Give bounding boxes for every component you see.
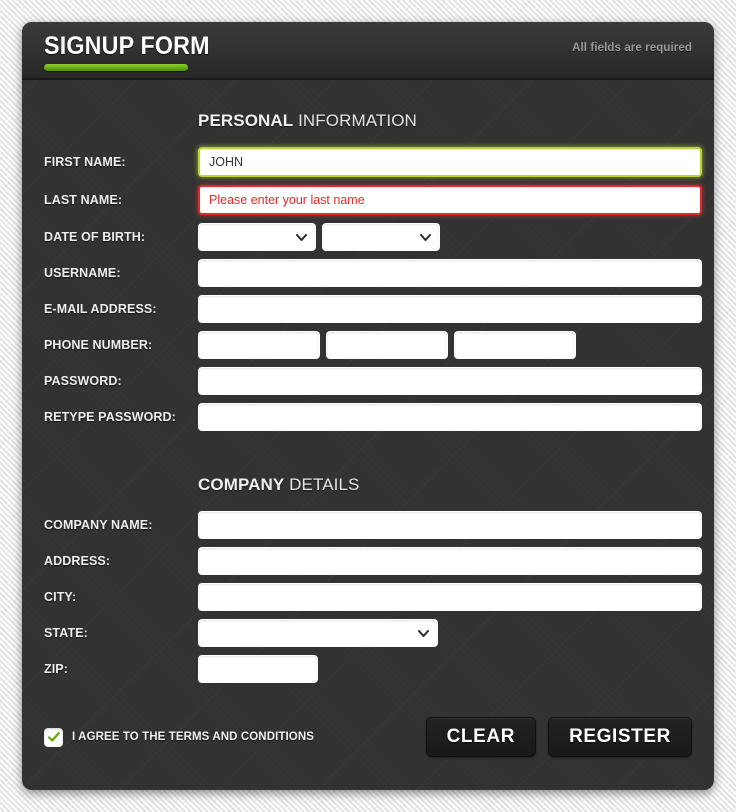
state-select-wrap bbox=[198, 619, 438, 647]
row-zip: ZIP: bbox=[44, 655, 692, 683]
title-underline-accent bbox=[44, 64, 188, 71]
control-company-name bbox=[198, 511, 702, 539]
control-zip bbox=[198, 655, 318, 683]
control-phone bbox=[198, 331, 576, 359]
clear-button[interactable]: CLEAR bbox=[425, 717, 537, 757]
section-heading-company-light: DETAILS bbox=[289, 475, 360, 494]
row-first-name: FIRST NAME: bbox=[44, 147, 702, 177]
email-input[interactable] bbox=[198, 295, 702, 323]
label-date-of-birth: DATE OF BIRTH: bbox=[44, 230, 146, 244]
label-zip: ZIP: bbox=[44, 662, 69, 676]
row-company-name: COMPANY NAME: bbox=[44, 511, 702, 539]
section-heading-company-strong: COMPANY bbox=[198, 475, 285, 494]
page-title: SIGNUP FORM bbox=[44, 32, 210, 60]
terms-checkbox[interactable] bbox=[44, 727, 63, 747]
control-retype-password bbox=[198, 403, 702, 431]
control-date-of-birth bbox=[198, 223, 440, 251]
dob-month-select-wrap bbox=[322, 223, 440, 251]
first-name-input[interactable] bbox=[198, 147, 702, 177]
form-header: SIGNUP FORM All fields are required bbox=[22, 22, 714, 80]
section-heading-personal-strong: PERSONAL bbox=[198, 111, 294, 130]
row-address: ADDRESS: bbox=[44, 547, 702, 575]
last-name-input[interactable] bbox=[198, 185, 702, 215]
label-username: USERNAME: bbox=[44, 266, 121, 280]
control-address bbox=[198, 547, 702, 575]
row-email: E-MAIL ADDRESS: bbox=[44, 295, 702, 323]
signup-form-panel: SIGNUP FORM All fields are required PERS… bbox=[22, 22, 714, 790]
control-state bbox=[198, 619, 438, 647]
username-input[interactable] bbox=[198, 259, 702, 287]
terms-agreement[interactable]: I AGREE TO THE TERMS AND CONDITIONS bbox=[44, 727, 315, 747]
title-block: SIGNUP FORM bbox=[44, 22, 222, 71]
address-input[interactable] bbox=[198, 547, 702, 575]
phone-part2-input[interactable] bbox=[326, 331, 448, 359]
state-select[interactable] bbox=[198, 619, 438, 647]
register-button[interactable]: REGISTER bbox=[548, 717, 692, 757]
terms-label: I AGREE TO THE TERMS AND CONDITIONS bbox=[72, 731, 315, 743]
label-first-name: FIRST NAME: bbox=[44, 155, 126, 169]
row-state: STATE: bbox=[44, 619, 692, 647]
phone-part1-input[interactable] bbox=[198, 331, 320, 359]
row-phone: PHONE NUMBER: bbox=[44, 331, 692, 359]
section-heading-personal: PERSONAL INFORMATION bbox=[198, 80, 692, 147]
label-last-name: LAST NAME: bbox=[44, 193, 123, 207]
control-email bbox=[198, 295, 702, 323]
zip-input[interactable] bbox=[198, 655, 318, 683]
required-fields-note: All fields are required bbox=[572, 42, 692, 54]
password-input[interactable] bbox=[198, 367, 702, 395]
form-actions: CLEAR REGISTER bbox=[425, 717, 692, 757]
retype-password-input[interactable] bbox=[198, 403, 702, 431]
label-retype-password: RETYPE PASSWORD: bbox=[44, 410, 176, 424]
row-retype-password: RETYPE PASSWORD: bbox=[44, 403, 702, 431]
label-address: ADDRESS: bbox=[44, 554, 111, 568]
phone-part3-input[interactable] bbox=[454, 331, 576, 359]
label-phone: PHONE NUMBER: bbox=[44, 338, 153, 352]
control-last-name bbox=[198, 185, 714, 215]
label-password: PASSWORD: bbox=[44, 374, 122, 388]
control-first-name bbox=[198, 147, 714, 177]
section-heading-personal-light: INFORMATION bbox=[298, 111, 417, 130]
company-name-input[interactable] bbox=[198, 511, 702, 539]
section-heading-company: COMPANY DETAILS bbox=[198, 439, 692, 511]
row-username: USERNAME: bbox=[44, 259, 702, 287]
label-state: STATE: bbox=[44, 626, 88, 640]
dob-month-select[interactable] bbox=[322, 223, 440, 251]
row-date-of-birth: DATE OF BIRTH: bbox=[44, 223, 692, 251]
label-email: E-MAIL ADDRESS: bbox=[44, 302, 157, 316]
form-footer: I AGREE TO THE TERMS AND CONDITIONS CLEA… bbox=[22, 717, 714, 757]
form-body: PERSONAL INFORMATION FIRST NAME: LAST NA… bbox=[22, 80, 714, 683]
row-city: CITY: bbox=[44, 583, 702, 611]
row-last-name: LAST NAME: bbox=[44, 185, 702, 215]
dob-day-select[interactable] bbox=[198, 223, 316, 251]
control-username bbox=[198, 259, 702, 287]
check-icon bbox=[47, 731, 60, 742]
control-password bbox=[198, 367, 702, 395]
dob-day-select-wrap bbox=[198, 223, 316, 251]
city-input[interactable] bbox=[198, 583, 702, 611]
label-company-name: COMPANY NAME: bbox=[44, 518, 153, 532]
label-city: CITY: bbox=[44, 590, 77, 604]
row-password: PASSWORD: bbox=[44, 367, 702, 395]
control-city bbox=[198, 583, 702, 611]
